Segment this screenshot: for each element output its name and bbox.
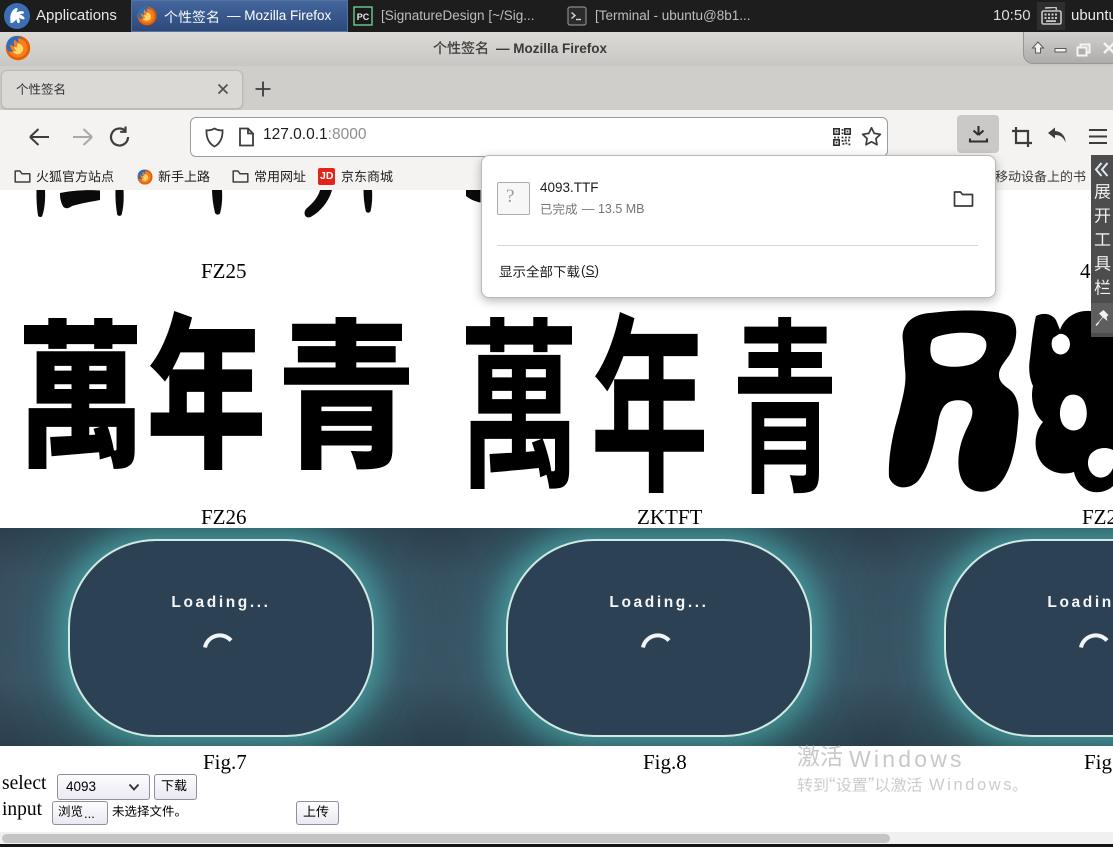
- svg-text:PC: PC: [357, 12, 370, 22]
